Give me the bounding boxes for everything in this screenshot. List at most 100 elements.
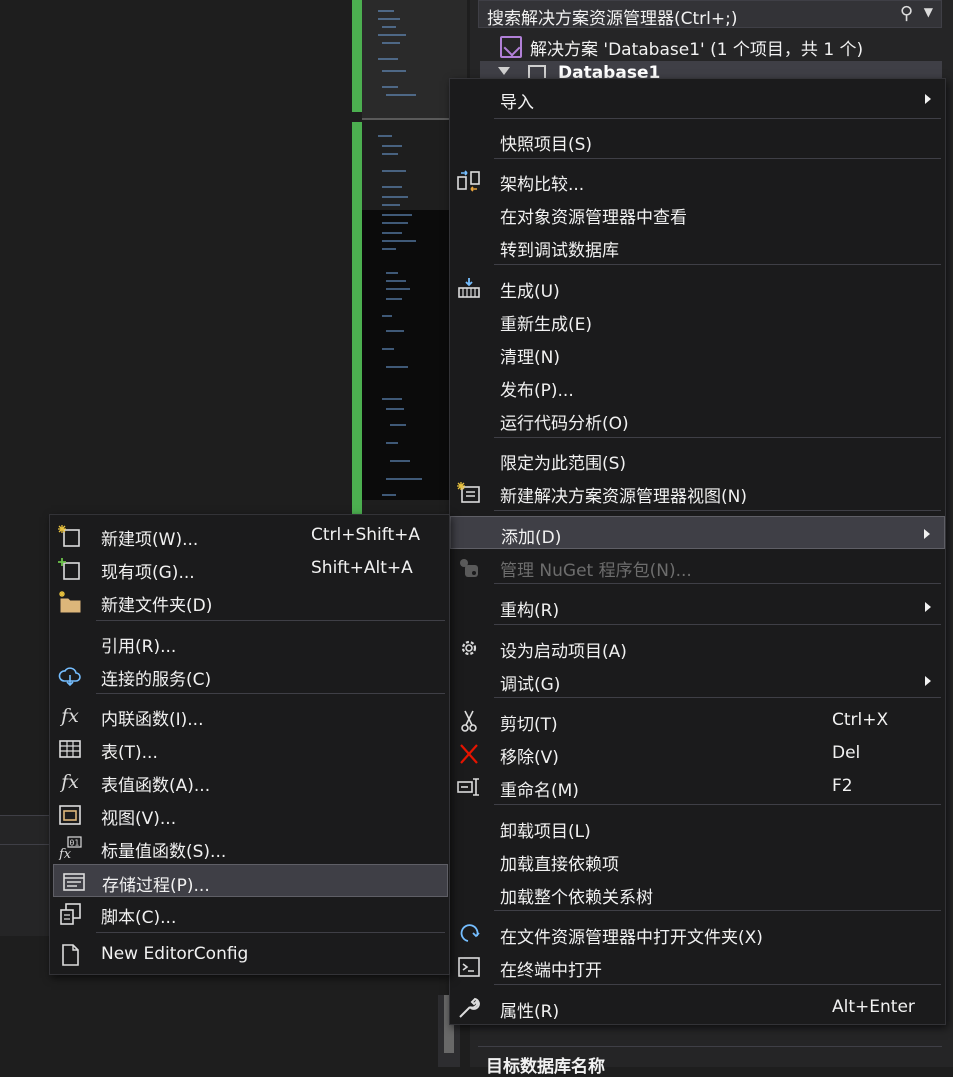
- scalar-fx-icon: 01fx: [55, 836, 85, 860]
- submenu-arrow-icon: [925, 94, 931, 104]
- visual-studio-solution-icon: [500, 36, 522, 58]
- context-menu-item-label: 架构比较...: [500, 170, 584, 195]
- menu-separator: [96, 620, 445, 621]
- search-icon[interactable]: ⚲: [900, 3, 913, 24]
- add-submenu-item-7[interactable]: fx表值函数(A)...: [50, 765, 449, 798]
- context-menu-item-17[interactable]: 剪切(T)Ctrl+X: [450, 704, 945, 737]
- terminal-icon: [454, 955, 484, 979]
- minimap-code-line: [382, 348, 394, 350]
- blank-icon-slot: [454, 375, 484, 399]
- minimap-code-line: [382, 214, 412, 216]
- menu-separator: [494, 984, 941, 985]
- submenu-arrow-icon: [924, 529, 930, 539]
- expand-arrow-icon[interactable]: [498, 67, 510, 75]
- add-submenu-item-label: 现有项(G)...: [101, 558, 195, 583]
- blank-icon-slot: [454, 595, 484, 619]
- minimap-code-line: [382, 86, 398, 88]
- menu-separator: [96, 932, 445, 933]
- minimap-code-line: [378, 34, 406, 36]
- add-submenu-item-1[interactable]: 现有项(G)...Shift+Alt+A: [50, 552, 449, 585]
- context-menu-item-23[interactable]: 在文件资源管理器中打开文件夹(X): [450, 917, 945, 950]
- context-menu-item-2[interactable]: 架构比较...: [450, 164, 945, 197]
- svg-text:fx: fx: [58, 847, 72, 860]
- context-menu-item-0[interactable]: 导入: [450, 82, 945, 115]
- add-submenu-item-12[interactable]: New EditorConfig: [50, 938, 449, 971]
- menu-separator: [494, 583, 941, 584]
- solution-explorer-search[interactable]: 搜索解决方案资源管理器(Ctrl+;) ⚲ ▼: [478, 0, 942, 28]
- properties-heading: 目标数据库名称: [486, 1052, 605, 1077]
- minimap-code-line: [386, 330, 404, 332]
- context-menu-item-15[interactable]: 设为启动项目(A): [450, 631, 945, 664]
- context-menu-item-12[interactable]: 添加(D): [450, 516, 945, 549]
- context-menu-item-label: 新建解决方案资源管理器视图(N): [500, 482, 747, 507]
- add-submenu-item-label: 表值函数(A)...: [101, 771, 210, 796]
- context-menu-item-1[interactable]: 快照项目(S): [450, 124, 945, 157]
- add-submenu-item-2[interactable]: 新建文件夹(D): [50, 585, 449, 618]
- context-menu-item-5[interactable]: 生成(U): [450, 271, 945, 304]
- context-menu-item-14[interactable]: 重构(R): [450, 590, 945, 623]
- context-menu-item-25[interactable]: 属性(R)Alt+Enter: [450, 991, 945, 1024]
- add-submenu-item-9[interactable]: 01fx标量值函数(S)...: [50, 831, 449, 864]
- context-menu-item-label: 快照项目(S): [500, 130, 592, 155]
- context-menu-item-label: 卸载项目(L): [500, 817, 591, 842]
- chevron-down-icon[interactable]: ▼: [924, 5, 933, 19]
- menu-separator: [494, 158, 941, 159]
- gear-icon: [454, 636, 484, 660]
- add-submenu-item-label: 表(T)...: [101, 738, 158, 763]
- menu-separator: [494, 437, 941, 438]
- add-submenu-item-5[interactable]: fx内联函数(I)...: [50, 699, 449, 732]
- context-menu-item-22[interactable]: 加载整个依赖关系树: [450, 877, 945, 910]
- context-menu-item-label: 移除(V): [500, 743, 559, 768]
- blank-icon-slot: [454, 129, 484, 153]
- context-menu-item-21[interactable]: 加载直接依赖项: [450, 844, 945, 877]
- minimap-code-line: [382, 196, 408, 198]
- add-submenu-item-0[interactable]: 新建项(W)...Ctrl+Shift+A: [50, 519, 449, 552]
- blank-icon-slot: [454, 309, 484, 333]
- search-input[interactable]: 搜索解决方案资源管理器(Ctrl+;): [487, 4, 737, 29]
- minimap-code-line: [386, 298, 402, 300]
- add-submenu-item-10[interactable]: 存储过程(P)...: [53, 864, 448, 897]
- blank-icon-slot: [454, 202, 484, 226]
- submenu-arrow-icon: [925, 602, 931, 612]
- minimap-code-line: [382, 70, 406, 72]
- context-menu-item-6[interactable]: 重新生成(E): [450, 304, 945, 337]
- rename-icon: [454, 775, 484, 799]
- add-submenu-item-6[interactable]: 表(T)...: [50, 732, 449, 765]
- context-menu-item-label: 导入: [500, 88, 534, 113]
- context-menu-item-label: 添加(D): [501, 523, 561, 548]
- add-submenu-item-8[interactable]: 视图(V)...: [50, 798, 449, 831]
- context-menu-item-9[interactable]: 运行代码分析(O): [450, 403, 945, 436]
- add-submenu-item-label: 连接的服务(C): [101, 665, 211, 690]
- context-menu-item-3[interactable]: 在对象资源管理器中查看: [450, 197, 945, 230]
- context-menu-item-19[interactable]: 重命名(M)F2: [450, 770, 945, 803]
- context-menu-item-10[interactable]: 限定为此范围(S): [450, 443, 945, 476]
- context-menu-item-label: 生成(U): [500, 277, 560, 302]
- add-submenu-item-3[interactable]: 引用(R)...: [50, 626, 449, 659]
- add-submenu-item-11[interactable]: 脚本(C)...: [50, 897, 449, 930]
- context-menu-item-4[interactable]: 转到调试数据库: [450, 230, 945, 263]
- minimap-code-line: [382, 42, 400, 44]
- minimap-code-line: [386, 280, 406, 282]
- view-icon: [55, 803, 85, 827]
- context-menu-item-16[interactable]: 调试(G): [450, 664, 945, 697]
- add-submenu-item-4[interactable]: 连接的服务(C): [50, 659, 449, 692]
- minimap-code-line: [382, 315, 392, 317]
- context-menu-item-13: 管理 NuGet 程序包(N)...: [450, 550, 945, 583]
- solution-label: 解决方案 'Database1' (1 个项目，共 1 个): [530, 35, 863, 60]
- context-menu-item-label: 加载整个依赖关系树: [500, 883, 653, 908]
- minimap-code-line: [382, 26, 396, 28]
- solution-node[interactable]: 解决方案 'Database1' (1 个项目，共 1 个): [478, 32, 863, 62]
- context-menu-item-11[interactable]: 新建解决方案资源管理器视图(N): [450, 476, 945, 509]
- shortcut-label: Del: [832, 743, 860, 763]
- minimap-code-line: [382, 153, 398, 155]
- context-menu-item-24[interactable]: 在终端中打开: [450, 950, 945, 983]
- context-menu-item-label: 重新生成(E): [500, 310, 592, 335]
- add-submenu-item-label: 引用(R)...: [101, 632, 176, 657]
- context-menu-item-label: 限定为此范围(S): [500, 449, 626, 474]
- minimap-code-line: [390, 460, 410, 462]
- context-menu-item-8[interactable]: 发布(P)...: [450, 370, 945, 403]
- context-menu-item-20[interactable]: 卸载项目(L): [450, 811, 945, 844]
- context-menu-item-18[interactable]: 移除(V) Del: [450, 737, 945, 770]
- context-menu-item-7[interactable]: 清理(N): [450, 337, 945, 370]
- minimap-code-line: [382, 494, 396, 496]
